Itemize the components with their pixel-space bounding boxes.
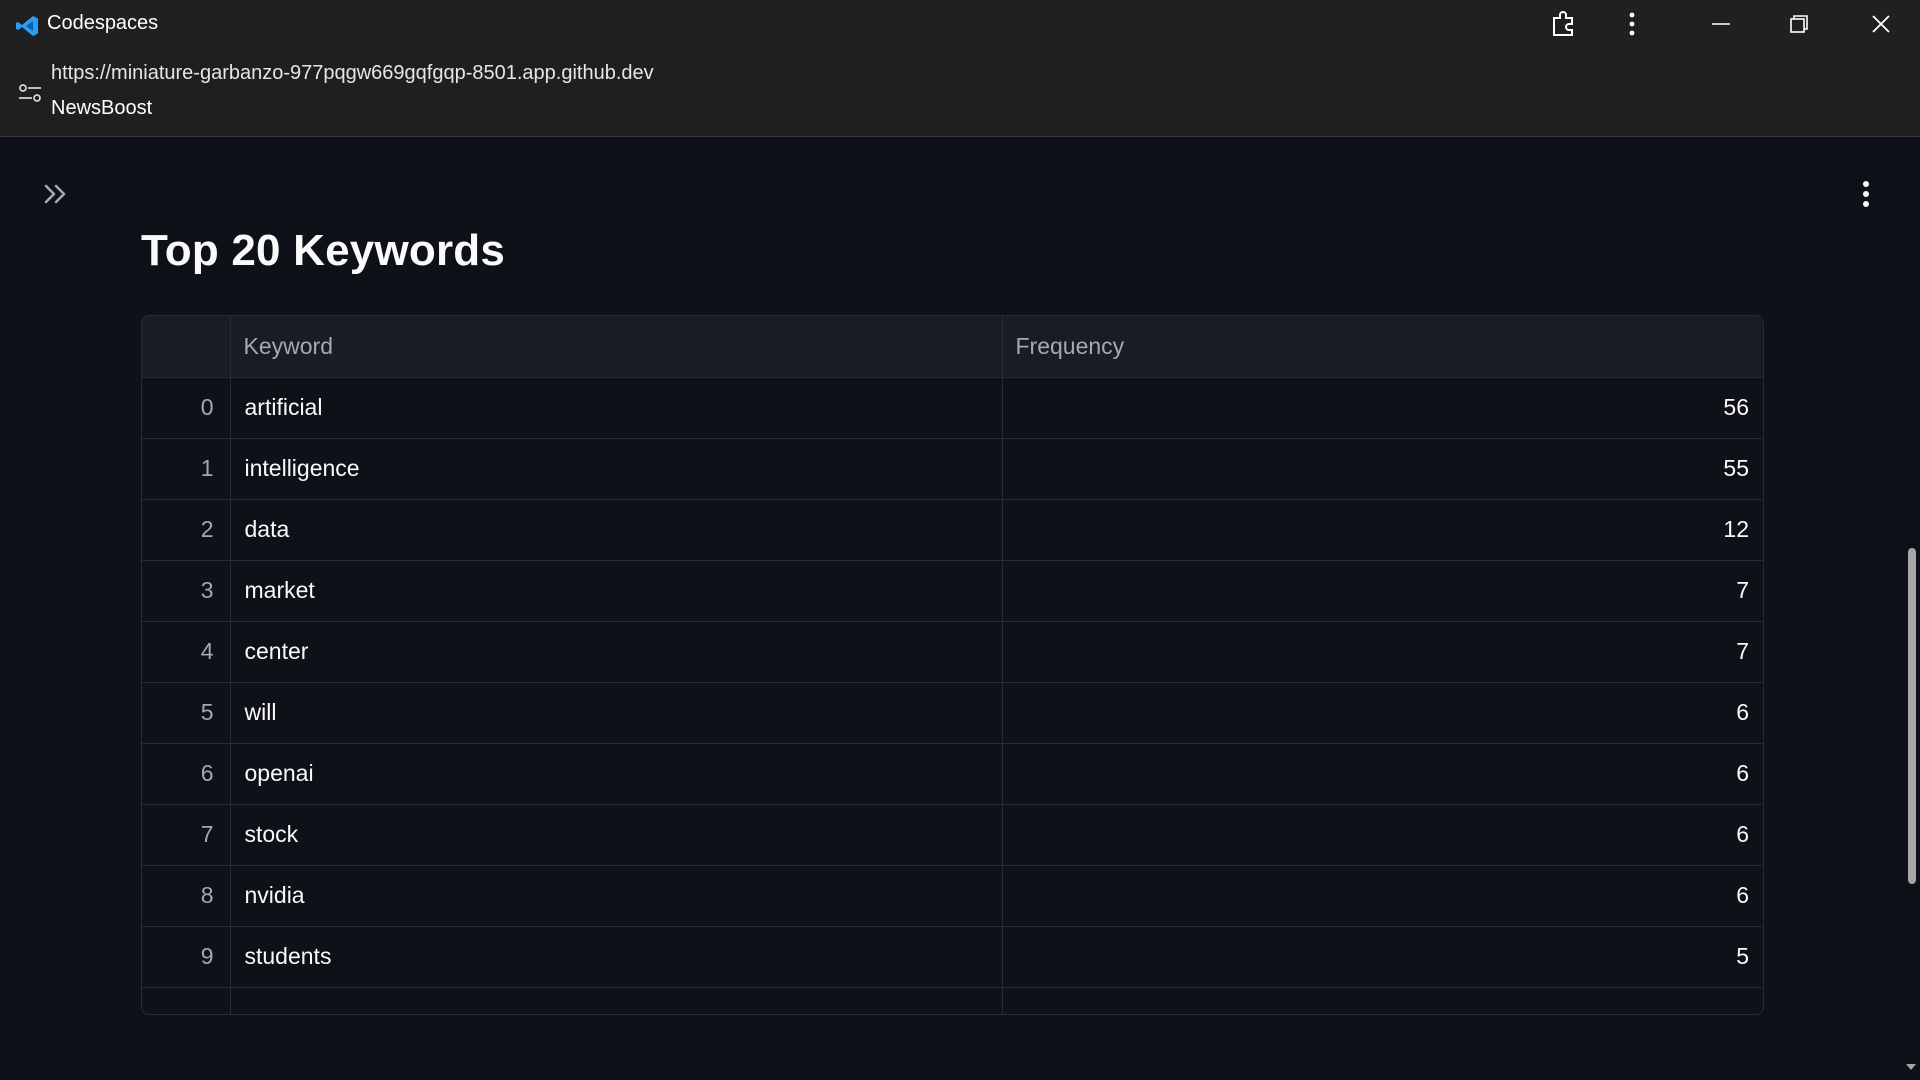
keyword-cell[interactable]: openai xyxy=(230,743,1003,805)
table-row[interactable]: 0 artificial 56 xyxy=(142,377,1763,439)
row-index: 1 xyxy=(142,438,231,500)
close-button[interactable] xyxy=(1853,0,1909,47)
keyword-cell[interactable]: center xyxy=(230,621,1003,683)
more-options-button[interactable] xyxy=(1604,0,1660,47)
table-row[interactable]: 8 nvidia 6 xyxy=(142,865,1763,927)
keywords-dataframe[interactable]: Keyword Frequency 0 artificial 56 1 inte… xyxy=(141,315,1764,1015)
frequency-cell[interactable]: 5 xyxy=(1002,926,1763,988)
restore-icon xyxy=(1790,14,1808,33)
table-row[interactable]: 2 data 12 xyxy=(142,499,1763,561)
keyword-cell[interactable]: market xyxy=(230,560,1003,622)
keyword-cell[interactable]: artificial xyxy=(230,377,1003,439)
table-header-row: Keyword Frequency xyxy=(142,316,1763,378)
minimize-button[interactable] xyxy=(1693,0,1749,47)
keyword-cell[interactable]: data xyxy=(230,499,1003,561)
url-text[interactable]: https://miniature-garbanzo-977pqgw669gqf… xyxy=(51,62,654,85)
frequency-cell[interactable]: 6 xyxy=(1002,682,1763,744)
keywords-table: Keyword Frequency 0 artificial 56 1 inte… xyxy=(142,316,1763,1014)
app-main: Top 20 Keywords Keyword Frequency 0 arti… xyxy=(0,138,1920,1080)
frequency-cell[interactable]: 56 xyxy=(1002,377,1763,439)
table-row[interactable]: 1 intelligence 55 xyxy=(142,438,1763,500)
row-index: 6 xyxy=(142,743,231,805)
table-row[interactable]: 3 market 7 xyxy=(142,560,1763,622)
frequency-cell[interactable]: 7 xyxy=(1002,621,1763,683)
page-scrollbar-thumb[interactable] xyxy=(1908,548,1916,884)
frequency-cell[interactable] xyxy=(1002,987,1763,1014)
row-index: 2 xyxy=(142,499,231,561)
keyword-cell[interactable] xyxy=(230,987,1003,1014)
restore-button[interactable] xyxy=(1771,0,1827,47)
frequency-cell[interactable]: 6 xyxy=(1002,865,1763,927)
minimize-icon xyxy=(1712,22,1730,25)
keyword-column-header[interactable]: Keyword xyxy=(230,316,1003,378)
table-row[interactable]: 5 will 6 xyxy=(142,682,1763,744)
kebab-menu-icon xyxy=(1629,12,1635,35)
frequency-column-header[interactable]: Frequency xyxy=(1002,316,1763,378)
table-row[interactable]: 6 openai 6 xyxy=(142,743,1763,805)
window-titlebar: Codespaces xyxy=(0,0,1920,47)
frequency-cell[interactable]: 6 xyxy=(1002,804,1763,866)
frequency-cell[interactable]: 7 xyxy=(1002,560,1763,622)
vscode-icon xyxy=(16,16,38,36)
frequency-cell[interactable]: 6 xyxy=(1002,743,1763,805)
page-title: Top 20 Keywords xyxy=(141,226,506,275)
keyword-cell[interactable]: intelligence xyxy=(230,438,1003,500)
row-index: 8 xyxy=(142,865,231,927)
address-bar: https://miniature-garbanzo-977pqgw669gqf… xyxy=(0,47,1920,137)
table-row[interactable]: 4 center 7 xyxy=(142,621,1763,683)
row-index: 5 xyxy=(142,682,231,744)
extension-icon xyxy=(1553,10,1573,36)
frequency-cell[interactable]: 12 xyxy=(1002,499,1763,561)
row-index xyxy=(142,987,231,1014)
window-title: Codespaces xyxy=(47,12,159,34)
table-row[interactable] xyxy=(142,987,1763,1014)
table-row[interactable]: 9 students 5 xyxy=(142,926,1763,988)
scroll-down-arrow-icon[interactable] xyxy=(1904,1060,1918,1074)
row-index: 7 xyxy=(142,804,231,866)
row-index: 4 xyxy=(142,621,231,683)
close-icon xyxy=(1872,14,1890,33)
row-index: 9 xyxy=(142,926,231,988)
frequency-cell[interactable]: 55 xyxy=(1002,438,1763,500)
row-index: 3 xyxy=(142,560,231,622)
keyword-cell[interactable]: nvidia xyxy=(230,865,1003,927)
table-row[interactable]: 7 stock 6 xyxy=(142,804,1763,866)
keyword-cell[interactable]: students xyxy=(230,926,1003,988)
double-chevron-right-icon[interactable] xyxy=(40,178,72,210)
keyword-cell[interactable]: will xyxy=(230,682,1003,744)
index-column-header[interactable] xyxy=(142,316,231,378)
row-index: 0 xyxy=(142,377,231,439)
extensions-button[interactable] xyxy=(1536,0,1592,47)
keyword-cell[interactable]: stock xyxy=(230,804,1003,866)
kebab-menu-icon[interactable] xyxy=(1852,176,1880,212)
site-settings-icon[interactable] xyxy=(16,79,44,107)
page-name: NewsBoost xyxy=(51,97,153,119)
